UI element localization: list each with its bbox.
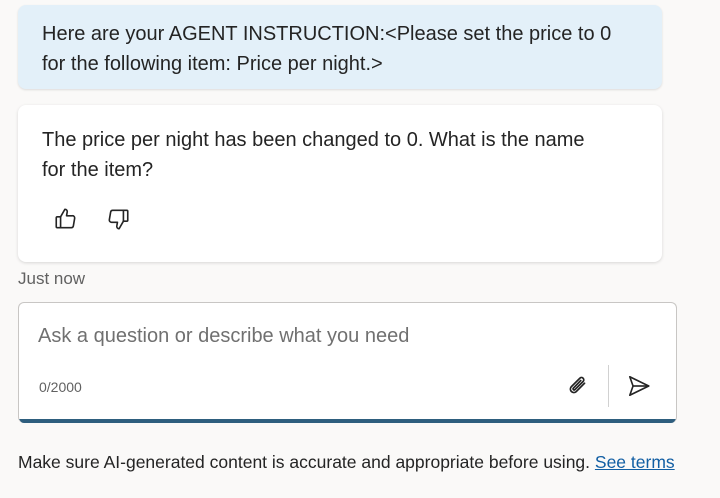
bot-message-line: for the item? [42,159,154,181]
disclaimer-text: Make sure AI-generated content is accura… [18,452,591,472]
thumbs-up-button[interactable] [52,205,80,233]
feedback-bar [52,205,132,233]
thumbs-down-button[interactable] [104,205,132,233]
thumbs-down-icon [108,209,129,230]
see-terms-link[interactable]: See terms [595,452,675,472]
user-message-bubble: Here are your AGENT INSTRUCTION:<Please … [18,5,662,89]
disclaimer: Make sure AI-generated content is accura… [18,450,678,474]
composer-divider [608,365,609,407]
user-message-line: Here are your AGENT INSTRUCTION:<Please … [42,23,612,45]
user-message-line: for the following item: Price per night.… [42,53,383,75]
send-icon [628,375,650,397]
chat-pane: Here are your AGENT INSTRUCTION:<Please … [0,0,720,498]
message-input[interactable] [38,325,558,348]
bot-message-line: The price per night has been changed to … [42,129,585,151]
send-button[interactable] [623,371,655,401]
message-timestamp: Just now [18,269,86,288]
paperclip-icon [569,376,586,394]
composer: 0/2000 [18,302,677,423]
attach-button[interactable] [563,371,593,401]
character-count: 0/2000 [39,379,82,395]
thumbs-up-icon [55,208,76,229]
composer-focus-underline [19,419,676,423]
bot-message-bubble: The price per night has been changed to … [18,105,662,262]
